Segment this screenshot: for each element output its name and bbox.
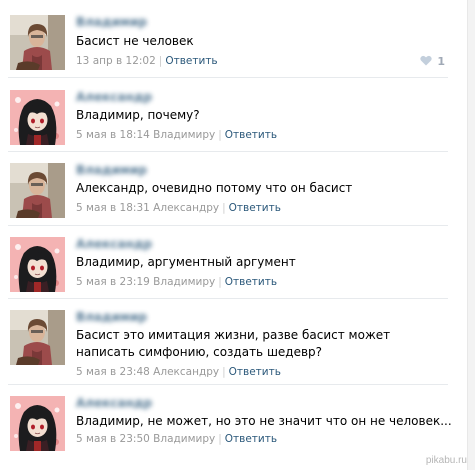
avatar[interactable] xyxy=(10,90,65,145)
separator: | xyxy=(218,276,222,288)
separator: | xyxy=(218,129,222,141)
reply-to[interactable]: Александру xyxy=(153,202,219,214)
comment-date[interactable]: 5 мая в 23:50 xyxy=(76,433,150,445)
comment-author[interactable]: Александр xyxy=(76,90,196,104)
reply-link[interactable]: Ответить xyxy=(225,129,277,141)
watermark: pikabu.ru xyxy=(425,455,467,466)
guitarist-avatar-image xyxy=(10,15,65,70)
comment-date[interactable]: 5 мая в 23:48 xyxy=(76,366,150,378)
separator: | xyxy=(218,433,222,445)
separator: | xyxy=(158,55,163,67)
comment-author[interactable]: Владимир xyxy=(76,163,196,177)
comment-text: Владимир, не может, но это не значит что… xyxy=(76,414,452,428)
avatar[interactable] xyxy=(10,310,65,365)
comment: Александр Владимир, почему? 5 мая в 18:1… xyxy=(0,87,465,149)
divider xyxy=(8,77,448,78)
reply-link[interactable]: Ответить xyxy=(225,276,277,288)
anime-avatar-image xyxy=(10,90,65,145)
divider xyxy=(8,298,448,299)
divider xyxy=(8,384,448,385)
guitarist-avatar-image xyxy=(10,310,65,365)
like-count: 1 xyxy=(437,55,445,68)
scrollbar[interactable] xyxy=(467,0,475,470)
comment-text: Александр, очевидно потому что он басист xyxy=(76,181,353,195)
comment: Александр Владимир, аргументный аргумент… xyxy=(0,234,465,296)
comment-text: Басист это имитация жизни, разве басист … xyxy=(76,328,391,359)
reply-link[interactable]: Ответить xyxy=(229,366,281,378)
reply-link[interactable]: Ответить xyxy=(165,55,217,67)
divider xyxy=(8,151,448,152)
comment: Владимир Басист не человек 13 апр в 12:0… xyxy=(0,12,465,74)
heart-icon xyxy=(420,55,432,66)
separator: | xyxy=(222,366,226,378)
avatar[interactable] xyxy=(10,237,65,292)
comment-date[interactable]: 5 мая в 18:31 xyxy=(76,202,150,214)
reply-to[interactable]: Владимиру xyxy=(153,276,215,288)
anime-avatar-image xyxy=(10,237,65,292)
reply-to[interactable]: Владимиру xyxy=(153,433,215,445)
comment-text: Владимир, аргументный аргумент xyxy=(76,255,296,269)
comment-text: Владимир, почему? xyxy=(76,108,200,122)
comment-date[interactable]: 5 мая в 18:14 xyxy=(76,129,150,141)
comment-text: Басист не человек xyxy=(76,34,194,48)
divider xyxy=(8,225,448,226)
guitarist-avatar-image xyxy=(10,163,65,218)
avatar[interactable] xyxy=(10,396,65,451)
anime-avatar-image xyxy=(10,396,65,451)
reply-link[interactable]: Ответить xyxy=(229,202,281,214)
comment-author[interactable]: Владимир xyxy=(76,310,196,324)
avatar[interactable] xyxy=(10,15,65,70)
comment: Александр Владимир, не может, но это не … xyxy=(0,393,465,455)
comment-author[interactable]: Александр xyxy=(76,237,196,251)
comment-date[interactable]: 5 мая в 23:19 xyxy=(76,276,150,288)
comment-author[interactable]: Александр xyxy=(76,396,196,410)
comment: Владимир Александр, очевидно потому что … xyxy=(0,160,465,222)
comment: Владимир Басист это имитация жизни, разв… xyxy=(0,307,465,385)
comment-feed: Владимир Басист не человек 13 апр в 12:0… xyxy=(0,0,465,470)
comment-author[interactable]: Владимир xyxy=(76,15,196,29)
like-button[interactable]: 1 xyxy=(420,55,445,68)
reply-to[interactable]: Александру xyxy=(153,366,219,378)
reply-to[interactable]: Владимиру xyxy=(153,129,215,141)
comment-date[interactable]: 13 апр в 12:02 xyxy=(76,55,156,67)
separator: | xyxy=(222,202,226,214)
avatar[interactable] xyxy=(10,163,65,218)
reply-link[interactable]: Ответить xyxy=(225,433,277,445)
